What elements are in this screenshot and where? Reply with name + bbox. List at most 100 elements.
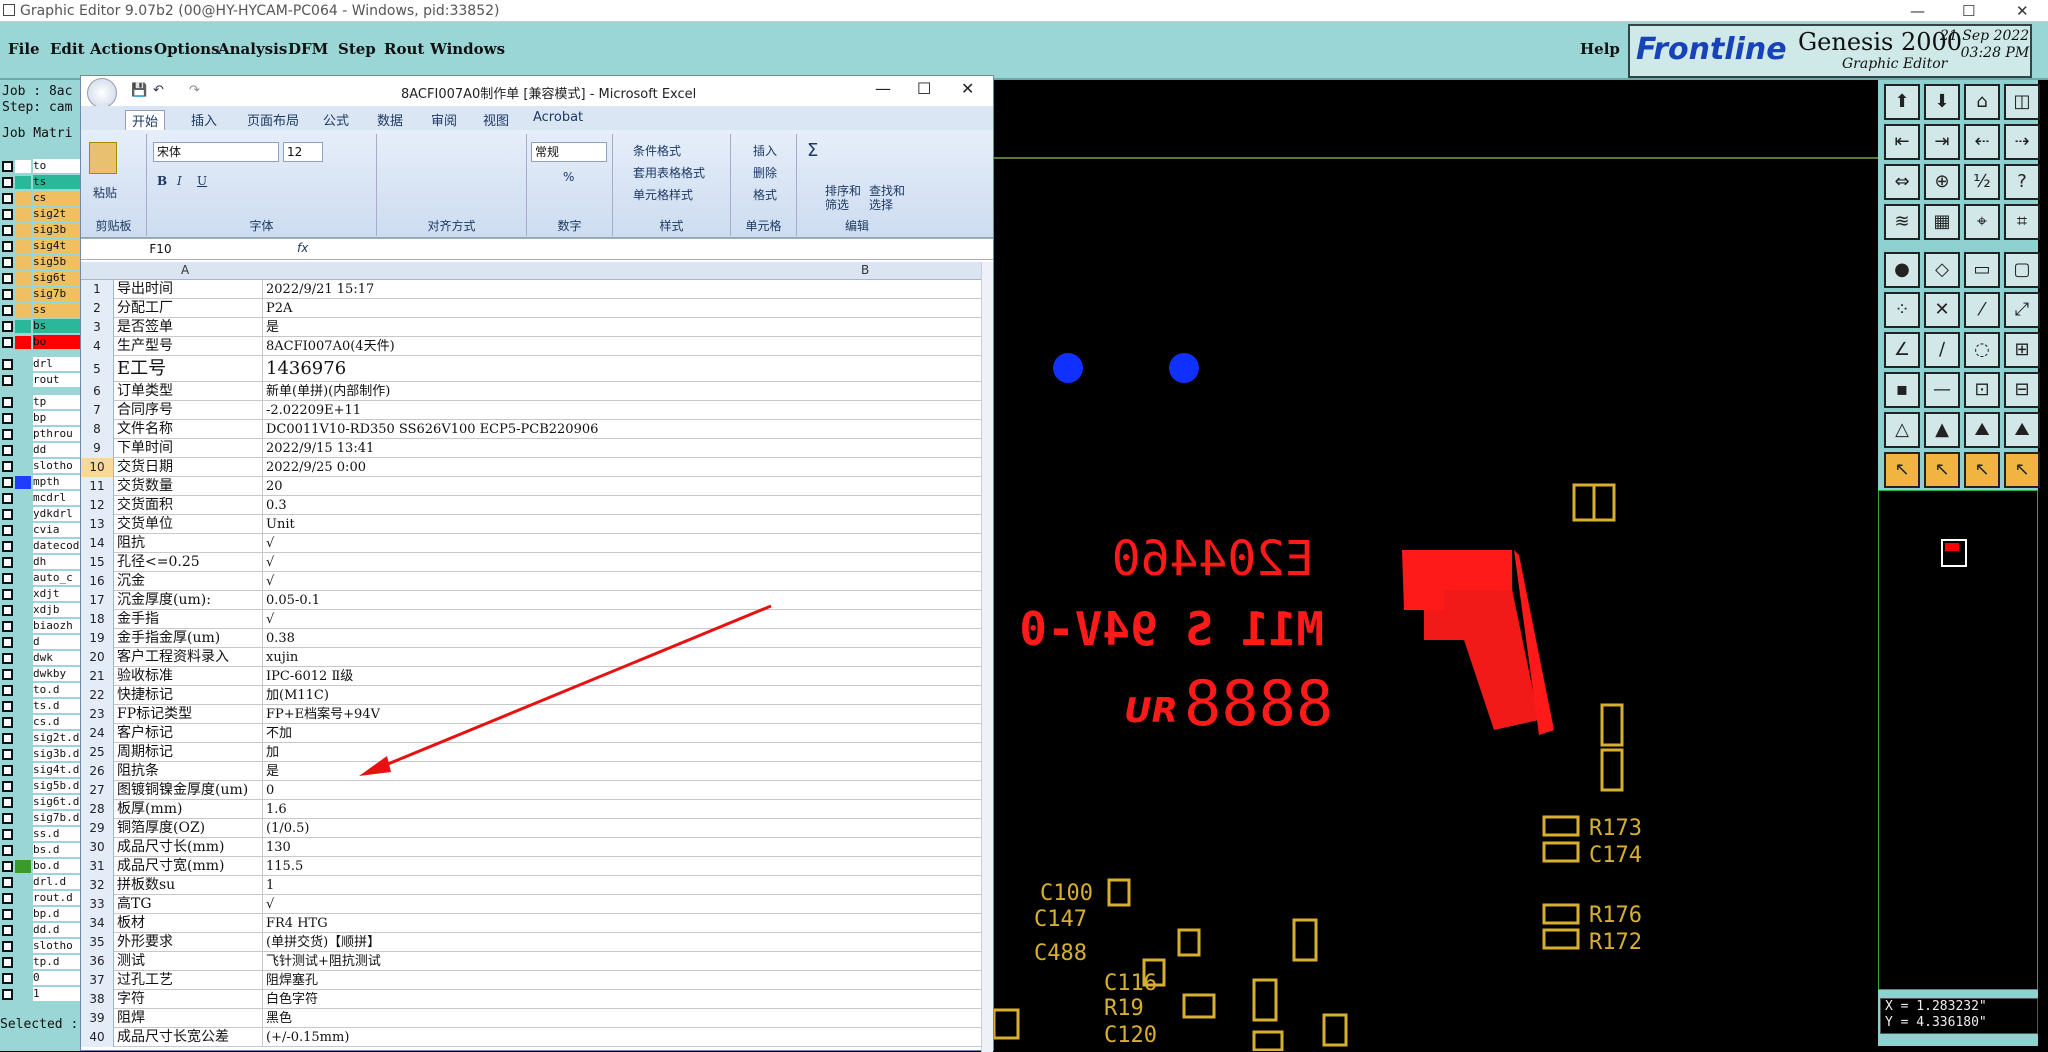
layer-checkbox[interactable] — [2, 177, 13, 188]
layer-checkbox[interactable] — [2, 273, 13, 284]
layer-checkbox[interactable] — [2, 749, 13, 760]
tool-button[interactable]: ▲ — [1924, 412, 1960, 448]
layer-checkbox[interactable] — [2, 359, 13, 370]
formula-input[interactable] — [319, 240, 979, 259]
layer-checkbox[interactable] — [2, 193, 13, 204]
row-number[interactable]: 14 — [81, 534, 114, 553]
tool-button[interactable]: ⌗ — [2004, 204, 2040, 240]
row-number[interactable]: 32 — [81, 876, 114, 895]
row-number[interactable]: 38 — [81, 990, 114, 1009]
excel-window[interactable]: 💾 ↶ ↷ 8ACFI007A0制作单 [兼容模式] - Microsoft E… — [80, 75, 994, 1052]
paste-icon[interactable] — [89, 142, 117, 174]
layer-checkbox[interactable] — [2, 877, 13, 888]
cell-a[interactable]: 合同序号 — [115, 401, 263, 420]
layer-row[interactable]: sig5b — [0, 254, 82, 270]
tool-button[interactable]: ⊕ — [1924, 164, 1960, 200]
cell-b[interactable]: √ — [264, 553, 981, 572]
cell-b[interactable]: 2022/9/15 13:41 — [264, 439, 981, 458]
layer-row[interactable]: tp.d — [0, 954, 82, 970]
layer-checkbox[interactable] — [2, 525, 13, 536]
office-button[interactable] — [87, 78, 117, 108]
layer-checkbox[interactable] — [2, 557, 13, 568]
excel-minimize-icon[interactable]: — — [875, 79, 891, 98]
layer-row[interactable]: 0 — [0, 970, 82, 986]
cell-b[interactable]: 130 — [264, 838, 981, 857]
layer-checkbox[interactable] — [2, 461, 13, 472]
tool-button[interactable]: ✕ — [1924, 292, 1960, 328]
font-size-select[interactable]: 12 — [283, 142, 323, 162]
cell-a[interactable]: 客户标记 — [115, 724, 263, 743]
excel-close-icon[interactable]: ✕ — [961, 79, 974, 98]
cell-a[interactable]: 成品尺寸长(mm) — [115, 838, 263, 857]
tool-button[interactable]: ▪ — [1884, 372, 1920, 408]
insert-cells-button[interactable]: 插入 — [753, 142, 777, 159]
layer-checkbox[interactable] — [2, 765, 13, 776]
font-name-select[interactable]: 宋体 — [153, 142, 279, 162]
tool-button[interactable]: ⁘ — [1884, 292, 1920, 328]
layer-checkbox[interactable] — [2, 925, 13, 936]
layer-checkbox[interactable] — [2, 397, 13, 408]
layer-row[interactable]: ss — [0, 302, 82, 318]
tool-button[interactable]: ? — [2004, 164, 2040, 200]
layer-row[interactable]: cvia — [0, 522, 82, 538]
layer-row[interactable]: drl.d — [0, 874, 82, 890]
row-number[interactable]: 29 — [81, 819, 114, 838]
cell-a[interactable]: 成品尺寸宽(mm) — [115, 857, 263, 876]
cell-a[interactable]: 文件名称 — [115, 420, 263, 439]
cell-b[interactable]: 白色字符 — [264, 990, 981, 1009]
layer-checkbox[interactable] — [2, 621, 13, 632]
tab-review[interactable]: 审阅 — [431, 110, 457, 129]
italic-button[interactable]: I — [177, 174, 182, 188]
cell-a[interactable]: 图镀铜镍金厚度(um) — [115, 781, 263, 800]
excel-maximize-icon[interactable]: ☐ — [917, 79, 931, 98]
row-number[interactable]: 40 — [81, 1028, 114, 1047]
row-number[interactable]: 30 — [81, 838, 114, 857]
row-number[interactable]: 25 — [81, 743, 114, 762]
tool-button[interactable]: ⌖ — [1964, 204, 2000, 240]
layer-checkbox[interactable] — [2, 321, 13, 332]
cell-b[interactable]: 阻焊塞孔 — [264, 971, 981, 990]
tool-button[interactable]: ∠ — [1884, 332, 1920, 368]
tool-button[interactable]: ⇢ — [2004, 124, 2040, 160]
cell-b[interactable]: 黑色 — [264, 1009, 981, 1028]
menu-edit[interactable]: Edit — [50, 40, 85, 58]
cell-b[interactable]: √ — [264, 895, 981, 914]
tool-button[interactable]: ≋ — [1884, 204, 1920, 240]
layer-checkbox[interactable] — [2, 797, 13, 808]
cell-a[interactable]: 客户工程资料录入 — [115, 648, 263, 667]
layer-row[interactable]: to — [0, 158, 82, 174]
layer-checkbox[interactable] — [2, 241, 13, 252]
layer-checkbox[interactable] — [2, 257, 13, 268]
row-number[interactable]: 27 — [81, 781, 114, 800]
cell-a[interactable]: 字符 — [115, 990, 263, 1009]
layer-checkbox[interactable] — [2, 733, 13, 744]
tab-page-layout[interactable]: 页面布局 — [247, 110, 299, 129]
tool-button[interactable]: ◫ — [2004, 84, 2040, 120]
cell-a[interactable]: 金手指 — [115, 610, 263, 629]
row-number[interactable]: 20 — [81, 648, 114, 667]
tool-button[interactable]: ↖ — [1884, 452, 1920, 488]
undo-icon[interactable]: ↶ — [153, 83, 164, 98]
layer-row[interactable]: sig3b.d — [0, 746, 82, 762]
conditional-format-button[interactable]: 条件格式 — [633, 142, 681, 159]
column-header-b[interactable]: B — [861, 263, 869, 277]
close-icon[interactable]: ✕ — [2016, 0, 2029, 22]
layer-row[interactable]: sig6t — [0, 270, 82, 286]
row-number[interactable]: 21 — [81, 667, 114, 686]
row-number[interactable]: 11 — [81, 477, 114, 496]
tab-insert[interactable]: 插入 — [191, 110, 217, 129]
tool-button[interactable]: — — [1924, 372, 1960, 408]
menu-dfm[interactable]: DFM — [288, 40, 328, 58]
cell-b[interactable]: Unit — [264, 515, 981, 534]
layer-checkbox[interactable] — [2, 225, 13, 236]
menu-analysis[interactable]: Analysis — [218, 40, 287, 58]
find-select-button[interactable]: 查找和选择 — [869, 184, 909, 212]
maximize-icon[interactable]: ☐ — [1962, 0, 1975, 22]
tool-button[interactable]: ⇔ — [1884, 164, 1920, 200]
layer-row[interactable]: sig2t.d — [0, 730, 82, 746]
tool-button[interactable]: ⬇ — [1924, 84, 1960, 120]
tool-button[interactable]: ◌ — [1964, 332, 2000, 368]
layer-row[interactable]: pthrou — [0, 426, 82, 442]
tool-button[interactable]: ⛰ — [1964, 412, 2000, 448]
tab-formulas[interactable]: 公式 — [323, 110, 349, 129]
